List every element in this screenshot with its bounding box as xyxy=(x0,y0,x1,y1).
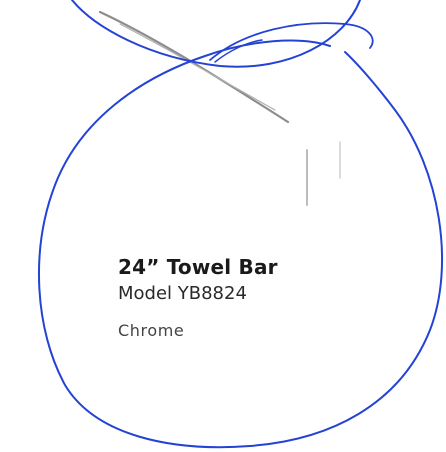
product-title: 24” Towel Bar xyxy=(118,255,278,279)
product-label: 24” Towel Bar Model YB8824 Chrome xyxy=(118,254,338,342)
pen-scribble-drawing xyxy=(38,0,444,449)
blue-ink-large-loop xyxy=(38,39,444,449)
blue-ink-top-arc xyxy=(71,0,361,68)
product-finish: Chrome xyxy=(118,321,185,340)
document-page: 24” Towel Bar Model YB8824 Chrome xyxy=(0,0,446,452)
product-model: Model YB8824 xyxy=(118,283,247,304)
